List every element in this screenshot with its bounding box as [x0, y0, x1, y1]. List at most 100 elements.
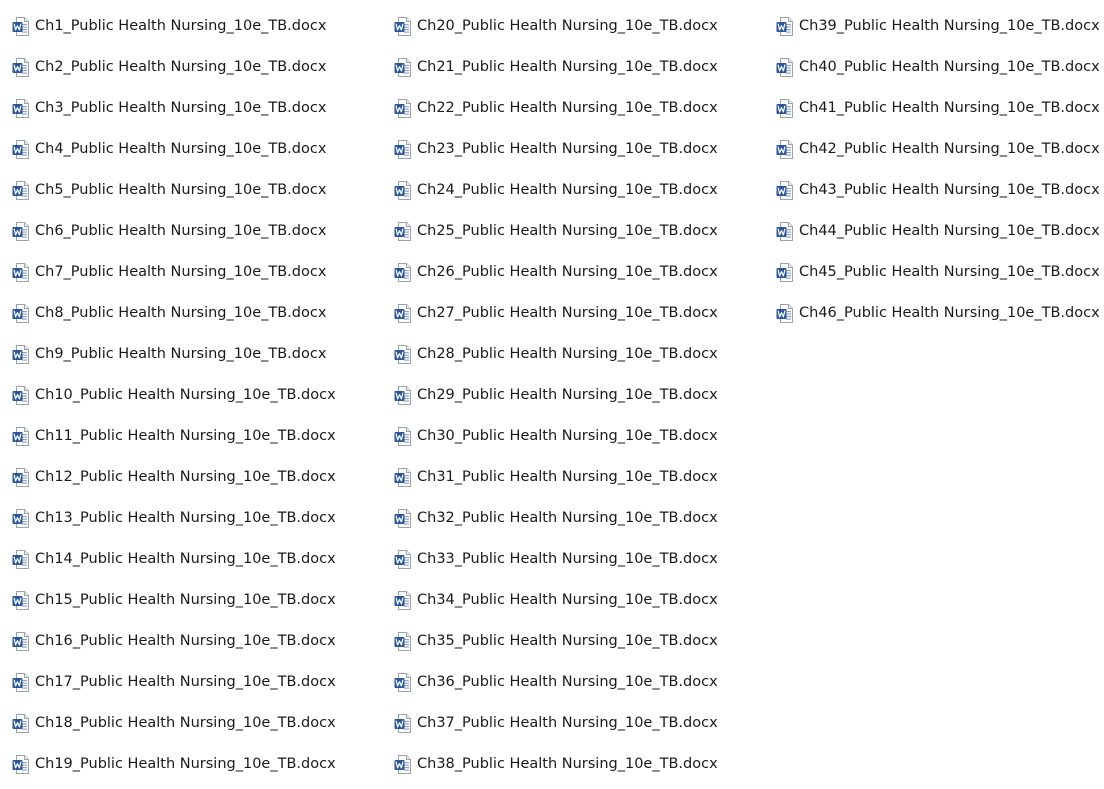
word-document-icon: [394, 139, 411, 159]
file-item[interactable]: Ch17_Public Health Nursing_10e_TB.docx: [12, 670, 336, 694]
file-item[interactable]: Ch41_Public Health Nursing_10e_TB.docx: [776, 96, 1100, 120]
file-item[interactable]: Ch22_Public Health Nursing_10e_TB.docx: [394, 96, 718, 120]
word-document-icon: [12, 98, 29, 118]
word-document-icon: [12, 713, 29, 733]
file-name: Ch25_Public Health Nursing_10e_TB.docx: [417, 223, 718, 239]
file-name: Ch35_Public Health Nursing_10e_TB.docx: [417, 633, 718, 649]
file-name: Ch5_Public Health Nursing_10e_TB.docx: [35, 182, 327, 198]
file-item[interactable]: Ch4_Public Health Nursing_10e_TB.docx: [12, 137, 326, 161]
file-item[interactable]: Ch2_Public Health Nursing_10e_TB.docx: [12, 55, 326, 79]
file-item[interactable]: Ch9_Public Health Nursing_10e_TB.docx: [12, 342, 326, 366]
word-document-icon: [12, 467, 29, 487]
file-item[interactable]: Ch38_Public Health Nursing_10e_TB.docx: [394, 752, 718, 776]
file-name: Ch45_Public Health Nursing_10e_TB.docx: [799, 264, 1100, 280]
word-document-icon: [12, 754, 29, 774]
file-item[interactable]: Ch23_Public Health Nursing_10e_TB.docx: [394, 137, 718, 161]
file-item[interactable]: Ch24_Public Health Nursing_10e_TB.docx: [394, 178, 718, 202]
file-name: Ch21_Public Health Nursing_10e_TB.docx: [417, 59, 718, 75]
file-name: Ch41_Public Health Nursing_10e_TB.docx: [799, 100, 1100, 116]
file-item[interactable]: Ch37_Public Health Nursing_10e_TB.docx: [394, 711, 718, 735]
file-item[interactable]: Ch30_Public Health Nursing_10e_TB.docx: [394, 424, 718, 448]
file-item[interactable]: Ch5_Public Health Nursing_10e_TB.docx: [12, 178, 326, 202]
file-name: Ch43_Public Health Nursing_10e_TB.docx: [799, 182, 1100, 198]
file-item[interactable]: Ch8_Public Health Nursing_10e_TB.docx: [12, 301, 326, 325]
file-item[interactable]: Ch34_Public Health Nursing_10e_TB.docx: [394, 588, 718, 612]
file-item[interactable]: Ch14_Public Health Nursing_10e_TB.docx: [12, 547, 336, 571]
file-item[interactable]: Ch25_Public Health Nursing_10e_TB.docx: [394, 219, 718, 243]
file-name: Ch4_Public Health Nursing_10e_TB.docx: [35, 141, 327, 157]
file-item[interactable]: Ch40_Public Health Nursing_10e_TB.docx: [776, 55, 1100, 79]
file-item[interactable]: Ch15_Public Health Nursing_10e_TB.docx: [12, 588, 336, 612]
file-name: Ch13_Public Health Nursing_10e_TB.docx: [35, 510, 336, 526]
file-name: Ch34_Public Health Nursing_10e_TB.docx: [417, 592, 718, 608]
file-name: Ch3_Public Health Nursing_10e_TB.docx: [35, 100, 327, 116]
file-item[interactable]: Ch33_Public Health Nursing_10e_TB.docx: [394, 547, 718, 571]
word-document-icon: [12, 262, 29, 282]
file-item[interactable]: Ch31_Public Health Nursing_10e_TB.docx: [394, 465, 718, 489]
file-name: Ch17_Public Health Nursing_10e_TB.docx: [35, 674, 336, 690]
file-name: Ch26_Public Health Nursing_10e_TB.docx: [417, 264, 718, 280]
file-item[interactable]: Ch12_Public Health Nursing_10e_TB.docx: [12, 465, 336, 489]
file-name: Ch38_Public Health Nursing_10e_TB.docx: [417, 756, 718, 772]
word-document-icon: [12, 139, 29, 159]
word-document-icon: [776, 303, 793, 323]
file-name: Ch20_Public Health Nursing_10e_TB.docx: [417, 18, 718, 34]
word-document-icon: [776, 57, 793, 77]
file-item[interactable]: Ch45_Public Health Nursing_10e_TB.docx: [776, 260, 1100, 284]
word-document-icon: [776, 221, 793, 241]
word-document-icon: [12, 57, 29, 77]
file-item[interactable]: Ch3_Public Health Nursing_10e_TB.docx: [12, 96, 326, 120]
file-name: Ch15_Public Health Nursing_10e_TB.docx: [35, 592, 336, 608]
word-document-icon: [394, 98, 411, 118]
word-document-icon: [12, 631, 29, 651]
word-document-icon: [12, 549, 29, 569]
file-item[interactable]: Ch13_Public Health Nursing_10e_TB.docx: [12, 506, 336, 530]
word-document-icon: [12, 672, 29, 692]
file-name: Ch39_Public Health Nursing_10e_TB.docx: [799, 18, 1100, 34]
file-item[interactable]: Ch35_Public Health Nursing_10e_TB.docx: [394, 629, 718, 653]
file-item[interactable]: Ch16_Public Health Nursing_10e_TB.docx: [12, 629, 336, 653]
file-name: Ch14_Public Health Nursing_10e_TB.docx: [35, 551, 336, 567]
file-item[interactable]: Ch11_Public Health Nursing_10e_TB.docx: [12, 424, 336, 448]
file-item[interactable]: Ch32_Public Health Nursing_10e_TB.docx: [394, 506, 718, 530]
word-document-icon: [12, 180, 29, 200]
file-item[interactable]: Ch43_Public Health Nursing_10e_TB.docx: [776, 178, 1100, 202]
file-name: Ch32_Public Health Nursing_10e_TB.docx: [417, 510, 718, 526]
file-item[interactable]: Ch7_Public Health Nursing_10e_TB.docx: [12, 260, 326, 284]
file-item[interactable]: Ch42_Public Health Nursing_10e_TB.docx: [776, 137, 1100, 161]
word-document-icon: [394, 57, 411, 77]
file-item[interactable]: Ch18_Public Health Nursing_10e_TB.docx: [12, 711, 336, 735]
word-document-icon: [12, 426, 29, 446]
word-document-icon: [776, 16, 793, 36]
word-document-icon: [394, 508, 411, 528]
file-item[interactable]: Ch1_Public Health Nursing_10e_TB.docx: [12, 14, 326, 38]
file-item[interactable]: Ch44_Public Health Nursing_10e_TB.docx: [776, 219, 1100, 243]
word-document-icon: [394, 549, 411, 569]
file-item[interactable]: Ch36_Public Health Nursing_10e_TB.docx: [394, 670, 718, 694]
file-item[interactable]: Ch19_Public Health Nursing_10e_TB.docx: [12, 752, 336, 776]
file-item[interactable]: Ch10_Public Health Nursing_10e_TB.docx: [12, 383, 336, 407]
file-name: Ch44_Public Health Nursing_10e_TB.docx: [799, 223, 1100, 239]
file-item[interactable]: Ch39_Public Health Nursing_10e_TB.docx: [776, 14, 1100, 38]
file-item[interactable]: Ch27_Public Health Nursing_10e_TB.docx: [394, 301, 718, 325]
file-item[interactable]: Ch26_Public Health Nursing_10e_TB.docx: [394, 260, 718, 284]
file-name: Ch33_Public Health Nursing_10e_TB.docx: [417, 551, 718, 567]
file-name: Ch27_Public Health Nursing_10e_TB.docx: [417, 305, 718, 321]
file-item[interactable]: Ch46_Public Health Nursing_10e_TB.docx: [776, 301, 1100, 325]
file-name: Ch10_Public Health Nursing_10e_TB.docx: [35, 387, 336, 403]
file-item[interactable]: Ch29_Public Health Nursing_10e_TB.docx: [394, 383, 718, 407]
file-name: Ch18_Public Health Nursing_10e_TB.docx: [35, 715, 336, 731]
file-item[interactable]: Ch20_Public Health Nursing_10e_TB.docx: [394, 14, 718, 38]
file-item[interactable]: Ch21_Public Health Nursing_10e_TB.docx: [394, 55, 718, 79]
file-item[interactable]: Ch28_Public Health Nursing_10e_TB.docx: [394, 342, 718, 366]
file-item[interactable]: Ch6_Public Health Nursing_10e_TB.docx: [12, 219, 326, 243]
file-name: Ch36_Public Health Nursing_10e_TB.docx: [417, 674, 718, 690]
file-name: Ch12_Public Health Nursing_10e_TB.docx: [35, 469, 336, 485]
file-name: Ch31_Public Health Nursing_10e_TB.docx: [417, 469, 718, 485]
word-document-icon: [394, 754, 411, 774]
word-document-icon: [394, 16, 411, 36]
file-name: Ch46_Public Health Nursing_10e_TB.docx: [799, 305, 1100, 321]
word-document-icon: [12, 303, 29, 323]
word-document-icon: [776, 262, 793, 282]
word-document-icon: [394, 303, 411, 323]
